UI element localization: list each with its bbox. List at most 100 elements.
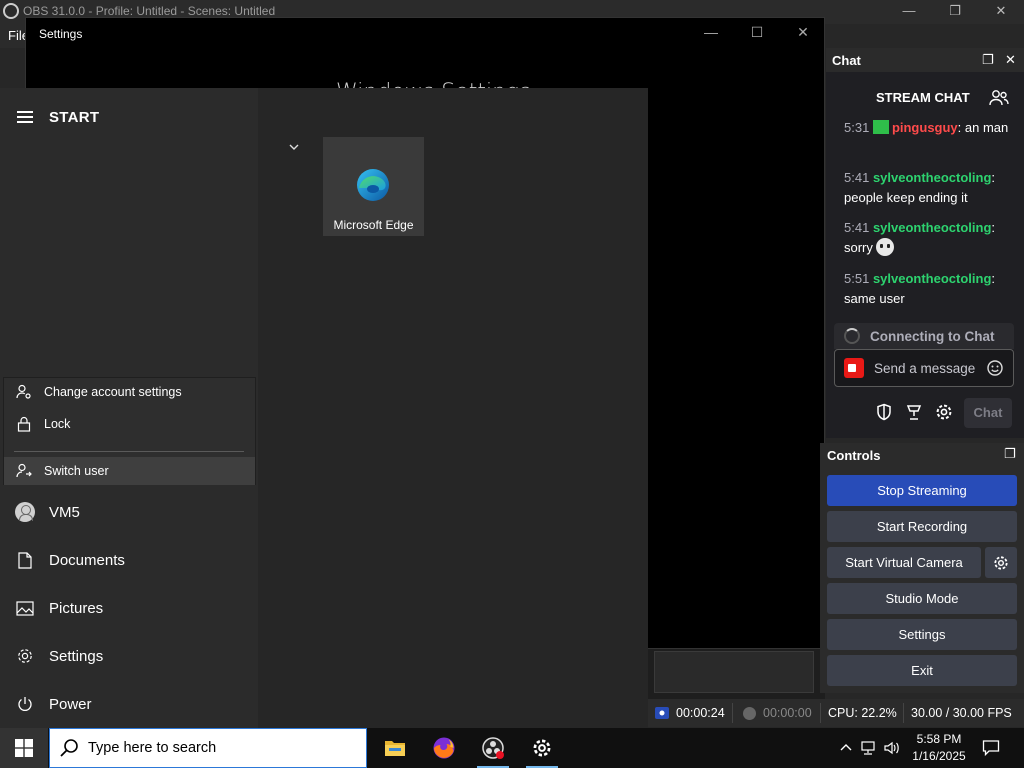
- settings-close-icon[interactable]: ✕: [780, 24, 826, 41]
- chat-send-button[interactable]: Chat: [964, 398, 1012, 428]
- message-time: 5:41: [844, 220, 870, 235]
- connecting-status: Connecting to Chat: [834, 323, 1014, 349]
- skull-emote-icon: [875, 238, 894, 256]
- maximize-icon[interactable]: ❐: [932, 0, 978, 24]
- close-dock-icon[interactable]: ✕: [1005, 52, 1016, 68]
- power-label: Power: [49, 695, 92, 713]
- start-virtual-camera-button[interactable]: Start Virtual Camera: [827, 547, 981, 578]
- chat-badge-icon: [872, 120, 889, 134]
- pictures-label: Pictures: [49, 599, 104, 617]
- virtual-camera-settings-button[interactable]: [985, 547, 1017, 578]
- shield-icon[interactable]: [875, 403, 893, 421]
- close-icon[interactable]: ✕: [978, 0, 1024, 24]
- message-time: 5:51: [844, 271, 870, 286]
- exit-button[interactable]: Exit: [827, 655, 1017, 686]
- gear-icon: [533, 739, 551, 757]
- settings-minimize-icon[interactable]: —: [688, 24, 734, 40]
- message-username[interactable]: sylveontheoctoling: [873, 271, 991, 286]
- start-recording-button[interactable]: Start Recording: [827, 511, 1017, 542]
- chat-dock: Chat ❐ ✕ STREAM CHAT 5:31 pingusguy: an …: [826, 48, 1024, 438]
- loading-spinner-icon: [844, 328, 860, 344]
- network-icon[interactable]: [860, 740, 878, 756]
- record-time: 00:00:00: [763, 706, 812, 720]
- divider: [903, 703, 904, 723]
- start-power[interactable]: Power: [0, 681, 256, 727]
- hamburger-menu-icon[interactable]: [17, 111, 33, 123]
- start-label: START: [49, 109, 100, 126]
- chat-actions-bar: Chat: [826, 398, 1024, 428]
- undock-icon[interactable]: ❐: [982, 52, 994, 68]
- power-icon: [0, 695, 49, 713]
- settings-button[interactable]: Settings: [827, 619, 1017, 650]
- message-username[interactable]: sylveontheoctoling: [873, 220, 991, 235]
- chat-message-input[interactable]: Send a message: [834, 349, 1014, 387]
- chat-message: 5:31 pingusguy: an man: [844, 118, 1014, 138]
- divider: [14, 451, 244, 452]
- lock-icon: [4, 416, 44, 432]
- cpu-usage: CPU: 22.2%: [828, 706, 897, 720]
- switch-user-item[interactable]: Switch user: [4, 457, 255, 485]
- tile-microsoft-edge-label: Microsoft Edge: [333, 218, 414, 232]
- message-separator: :: [991, 220, 996, 235]
- settings-maximize-icon[interactable]: ☐: [734, 24, 780, 41]
- taskbar-firefox[interactable]: [420, 728, 468, 768]
- lock-label: Lock: [44, 417, 71, 431]
- start-menu: START Change account settings Lock Switc…: [0, 88, 648, 728]
- lock-item[interactable]: Lock: [4, 410, 255, 438]
- user-avatar-icon: [14, 502, 35, 522]
- controls-dock: Controls ❐ Stop Streaming Start Recordin…: [820, 443, 1024, 693]
- chat-input-placeholder: Send a message: [874, 360, 976, 376]
- stop-streaming-button[interactable]: Stop Streaming: [827, 475, 1017, 506]
- document-icon: [0, 551, 49, 569]
- chat-dock-title: Chat: [832, 53, 861, 68]
- message-separator: :: [991, 170, 996, 185]
- taskbar: Type here to search 5:58 PM 1/16/2025: [0, 728, 1024, 768]
- emoji-icon[interactable]: [986, 359, 1004, 377]
- taskbar-clock[interactable]: 5:58 PM 1/16/2025: [904, 731, 974, 765]
- message-username[interactable]: sylveontheoctoling: [873, 170, 991, 185]
- tile-microsoft-edge[interactable]: Microsoft Edge: [323, 137, 424, 236]
- taskbar-search-input[interactable]: Type here to search: [49, 728, 367, 768]
- chat-dock-header: Chat ❐ ✕: [826, 48, 1024, 72]
- obs-icon: [482, 737, 504, 759]
- chevron-down-icon[interactable]: [287, 140, 301, 154]
- desktop: OBS 31.0.0 - Profile: Untitled - Scenes:…: [0, 0, 1024, 768]
- stream-chat-title: STREAM CHAT: [876, 90, 970, 105]
- taskbar-settings[interactable]: [518, 728, 566, 768]
- chat-message: 5:41 sylveontheoctoling: people keep end…: [844, 168, 1014, 208]
- stream-time: 00:00:24: [676, 706, 725, 720]
- start-pictures[interactable]: Pictures: [0, 585, 256, 631]
- taskbar-file-explorer[interactable]: [371, 728, 419, 768]
- message-username[interactable]: pingusguy: [892, 120, 958, 135]
- clock-time: 5:58 PM: [916, 732, 962, 746]
- chat-message: 5:41 sylveontheoctoling: sorry: [844, 218, 1014, 258]
- message-text: same user: [844, 291, 905, 306]
- taskbar-obs[interactable]: [469, 728, 517, 768]
- trophy-icon[interactable]: [905, 403, 923, 421]
- users-icon[interactable]: [989, 88, 1009, 108]
- chevron-up-icon[interactable]: [838, 740, 854, 756]
- start-documents[interactable]: Documents: [0, 537, 256, 583]
- user-name: VM5: [49, 503, 80, 521]
- search-icon: [50, 738, 88, 758]
- camera-icon: [844, 358, 864, 378]
- divider: [820, 703, 821, 723]
- account-popup: Change account settings Lock Switch user: [3, 377, 256, 485]
- minimize-icon[interactable]: —: [886, 0, 932, 24]
- obs-window-title: OBS 31.0.0 - Profile: Untitled - Scenes:…: [23, 4, 276, 18]
- change-account-settings-label: Change account settings: [44, 385, 182, 399]
- undock-controls-icon[interactable]: ❐: [1004, 446, 1016, 462]
- message-text: sorry: [844, 240, 873, 255]
- notifications-icon[interactable]: [982, 739, 1000, 757]
- switch-user-icon: [4, 463, 44, 479]
- search-placeholder: Type here to search: [88, 740, 217, 756]
- fps-readout: 30.00 / 30.00 FPS: [911, 706, 1012, 720]
- system-tray: [838, 728, 901, 768]
- volume-icon[interactable]: [883, 740, 901, 756]
- start-settings[interactable]: Settings: [0, 633, 256, 679]
- start-button[interactable]: [0, 728, 48, 768]
- change-account-settings-item[interactable]: Change account settings: [4, 378, 255, 406]
- start-user-vm5[interactable]: VM5: [0, 489, 256, 535]
- settings-gear-icon[interactable]: [935, 403, 953, 421]
- studio-mode-button[interactable]: Studio Mode: [827, 583, 1017, 614]
